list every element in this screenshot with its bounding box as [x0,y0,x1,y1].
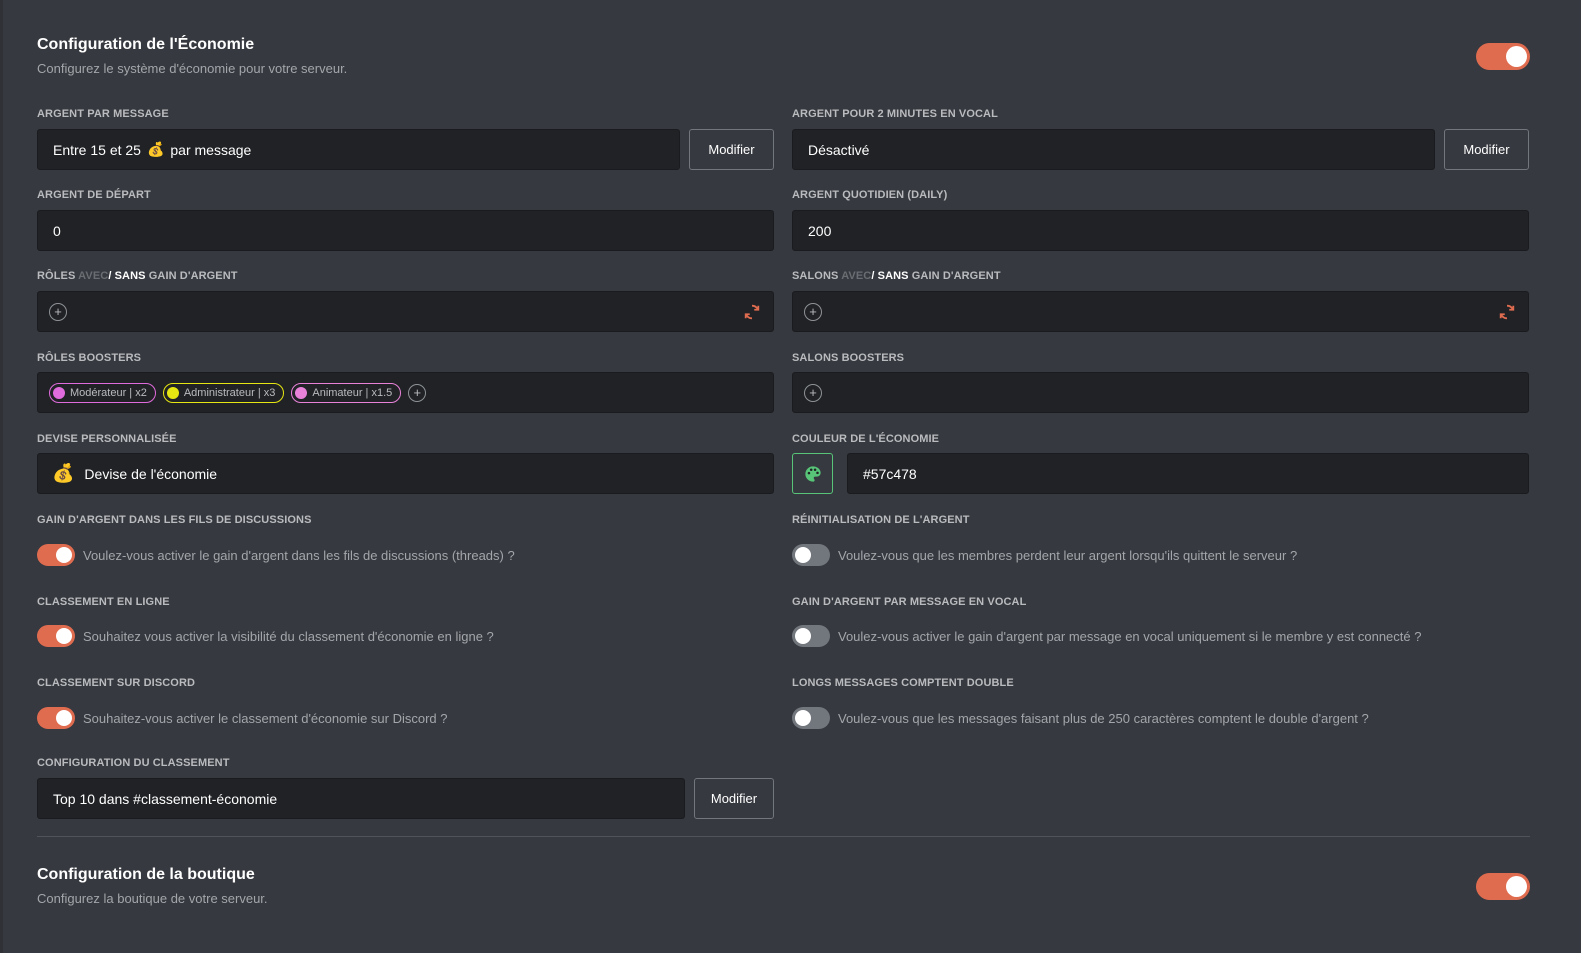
long-messages-text: Voulez-vous que les messages faisant plu… [838,710,1369,726]
left-column: ARGENT PAR MESSAGE Entre 15 et 25 💰 par … [37,0,774,953]
threads-label: GAIN D'ARGENT DANS LES FILS DE DISCUSSIO… [37,514,312,526]
refresh-icon[interactable] [1498,303,1516,321]
start-money-label: ARGENT DE DÉPART [37,189,151,201]
toggle-knob [56,547,72,563]
roles-gain-label-sep: / [108,270,112,282]
right-column: ARGENT POUR 2 MINUTES EN VOCAL Désactivé… [792,0,1529,820]
discord-ranking-label: CLASSEMENT SUR DISCORD [37,677,196,689]
roles-gain-label-start: RÔLES [37,270,76,282]
roles-gain-field: + [37,291,774,332]
money-bag-icon: 💰 [146,141,165,157]
ranking-config-edit-button[interactable]: Modifier [694,778,774,819]
channels-gain-label: SALONS AVEC/ SANS GAIN D'ARGENT [792,270,1001,282]
vocal-message-row: Voulez-vous activer le gain d'argent par… [792,625,1421,647]
currency-label: DEVISE PERSONNALISÉE [37,433,177,445]
reset-row: Voulez-vous que les membres perdent leur… [792,544,1297,566]
plus-icon[interactable]: + [49,302,67,321]
refresh-icon[interactable] [743,303,761,321]
role-color-dot [166,386,179,399]
role-color-dot [53,386,65,399]
reset-label: RÉINITIALISATION DE L'ARGENT [792,514,970,526]
money-vocal-edit-button[interactable]: Modifier [1444,129,1529,170]
money-vocal-field: Désactivé [792,129,1435,170]
reset-text: Voulez-vous que les membres perdent leur… [838,547,1298,563]
online-ranking-row: Souhaitez vous activer la visibilité du … [37,625,494,647]
online-ranking-text: Souhaitez vous activer la visibilité du … [83,628,494,644]
economy-color-input[interactable]: #57c478 [847,453,1529,494]
money-per-message-prefix: Entre 15 et 25 [53,141,141,158]
vocal-message-text: Voulez-vous activer le gain d'argent par… [838,628,1422,644]
toggle-knob [795,710,811,726]
shop-toggle[interactable] [1476,873,1530,900]
money-vocal-label: ARGENT POUR 2 MINUTES EN VOCAL [792,108,998,120]
long-messages-row: Voulez-vous que les messages faisant plu… [792,707,1369,729]
role-chip-moderateur[interactable]: Modérateur | x2 [49,382,156,403]
threads-text: Voulez-vous activer le gain d'argent dan… [83,547,515,563]
economy-color-label: COULEUR DE L'ÉCONOMIE [792,433,940,445]
role-chip-label: Modérateur | x2 [70,386,147,399]
discord-ranking-text: Souhaitez-vous activer le classement d'é… [83,710,448,726]
reset-toggle[interactable] [792,544,830,566]
toggle-knob [1506,876,1527,897]
currency-value: Devise de l'économie [84,465,218,482]
roles-gain-label: RÔLES AVEC/ SANS GAIN D'ARGENT [37,270,238,282]
left-edge [0,0,3,953]
currency-field[interactable]: 💰 Devise de l'économie [37,453,774,494]
vocal-message-toggle[interactable] [792,625,830,647]
money-per-message-suffix: par message [170,141,252,158]
channels-boosters-field: + [792,372,1529,413]
roles-gain-label-end: GAIN D'ARGENT [148,270,238,282]
role-chip-label: Animateur | x1.5 [312,386,393,399]
plus-icon[interactable]: + [804,302,822,321]
money-per-message-edit-button[interactable]: Modifier [689,129,774,170]
ranking-config-field: Top 10 dans #classement-économie [37,778,685,819]
money-bag-icon: 💰 [52,463,75,483]
threads-toggle[interactable] [37,544,75,566]
money-per-message-field: Entre 15 et 25 💰 par message [37,129,680,170]
role-color-dot [295,386,308,399]
money-per-message-label: ARGENT PAR MESSAGE [37,108,169,120]
shop-description: Configurez la boutique de votre serveur. [37,891,268,906]
palette-icon [804,465,821,482]
long-messages-toggle[interactable] [792,707,830,729]
discord-ranking-toggle[interactable] [37,707,75,729]
discord-ranking-row: Souhaitez-vous activer le classement d'é… [37,707,447,729]
threads-row: Voulez-vous activer le gain d'argent dan… [37,544,515,566]
ranking-config-label: CONFIGURATION DU CLASSEMENT [37,757,230,769]
daily-money-label: ARGENT QUOTIDIEN (DAILY) [792,189,948,201]
channels-boosters-label: SALONS BOOSTERS [792,352,905,364]
online-ranking-toggle[interactable] [37,625,75,647]
channels-gain-label-sep: / [871,270,875,282]
role-chip-label: Administrateur | x3 [183,386,276,399]
toggle-knob [56,710,72,726]
plus-icon[interactable]: + [408,383,427,402]
channels-gain-label-end: GAIN D'ARGENT [911,270,1001,282]
role-chip-animateur[interactable]: Animateur | x1.5 [291,382,402,403]
shop-header: Configuration de la boutique Configurez … [37,830,1530,910]
toggle-knob [56,628,72,644]
channels-gain-label-avec: AVEC [841,270,872,282]
economy-settings: Configuration de l'Économie Configurez l… [37,0,1530,906]
role-chip-administrateur[interactable]: Administrateur | x3 [162,382,285,403]
channels-gain-label-start: SALONS [792,270,839,282]
online-ranking-label: CLASSEMENT EN LIGNE [37,596,170,608]
roles-gain-label-sans: SANS [114,270,146,282]
roles-boosters-label: RÔLES BOOSTERS [37,352,142,364]
vocal-message-label: GAIN D'ARGENT PAR MESSAGE EN VOCAL [792,596,1027,608]
start-money-input[interactable]: 0 [37,210,774,251]
channels-gain-label-sans: SANS [877,270,909,282]
toggle-knob [795,628,811,644]
toggle-knob [795,547,811,563]
roles-gain-label-avec: AVEC [78,270,109,282]
roles-boosters-field: Modérateur | x2 Administrateur | x3 Anim… [37,372,774,413]
channels-gain-field: + [792,291,1529,332]
shop-title: Configuration de la boutique [37,866,255,883]
color-picker-button[interactable] [792,453,833,494]
daily-money-input[interactable]: 200 [792,210,1529,251]
plus-icon[interactable]: + [804,383,822,402]
long-messages-label: LONGS MESSAGES COMPTENT DOUBLE [792,677,1014,689]
